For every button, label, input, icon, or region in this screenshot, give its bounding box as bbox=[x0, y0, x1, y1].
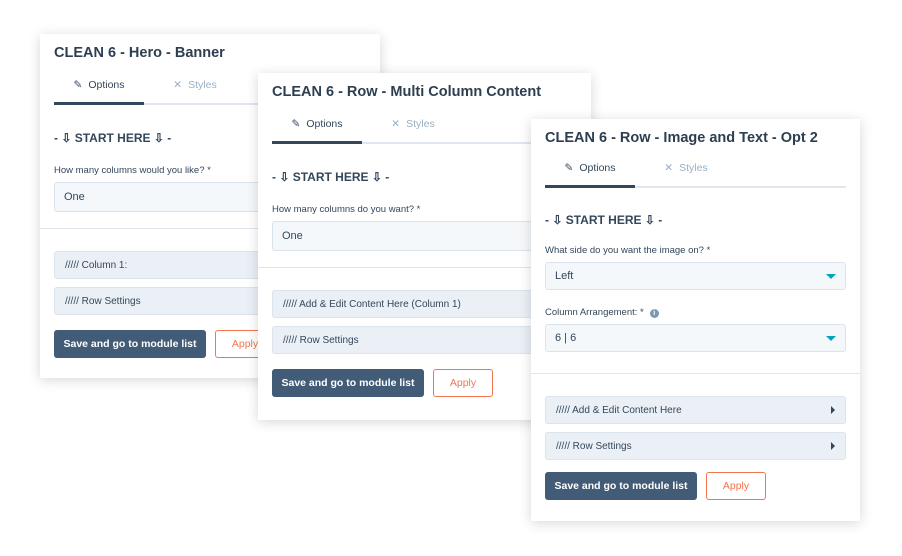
info-icon[interactable]: i bbox=[649, 309, 659, 318]
caret-down-icon bbox=[826, 273, 836, 279]
panel-title: CLEAN 6 - Hero - Banner bbox=[54, 45, 225, 61]
tab-label: Styles bbox=[188, 79, 217, 91]
section-label: ///// Column 1: bbox=[65, 259, 128, 271]
tab-label: Options bbox=[306, 117, 343, 130]
tab-label: Styles bbox=[406, 118, 435, 130]
tab-styles[interactable]: ✕ Styles bbox=[368, 106, 458, 142]
field-label-text: Column Arrangement: * bbox=[545, 307, 644, 318]
save-button[interactable]: Save and go to module list bbox=[545, 472, 697, 500]
image-side-select[interactable]: Left bbox=[545, 262, 846, 290]
field-value: One bbox=[282, 230, 303, 242]
apply-button[interactable]: Apply bbox=[433, 369, 493, 397]
field-label: What side do you want the image on? * bbox=[545, 245, 711, 256]
section-label: ///// Row Settings bbox=[283, 334, 359, 346]
tab-styles[interactable]: ✕ Styles bbox=[641, 150, 731, 186]
caret-down-icon bbox=[826, 335, 836, 341]
save-button[interactable]: Save and go to module list bbox=[54, 330, 206, 358]
tab-options[interactable]: ✎ Options bbox=[54, 67, 144, 105]
pencil-icon: ✎ bbox=[73, 78, 83, 91]
tab-styles[interactable]: ✕ Styles bbox=[150, 67, 240, 103]
tools-icon: ✕ bbox=[391, 118, 401, 130]
tab-options[interactable]: ✎ Options bbox=[545, 150, 635, 188]
pencil-icon: ✎ bbox=[564, 161, 574, 174]
caret-right-icon bbox=[831, 406, 835, 414]
section-label: ///// Add & Edit Content Here bbox=[556, 404, 682, 416]
apply-button[interactable]: Apply bbox=[706, 472, 766, 500]
tab-bar: ✎ Options ✕ Styles bbox=[545, 150, 846, 188]
start-here-heading: - ⇩ START HERE ⇩ - bbox=[545, 213, 663, 227]
tab-label: Options bbox=[88, 78, 125, 91]
pencil-icon: ✎ bbox=[291, 117, 301, 130]
field-value: Left bbox=[555, 270, 574, 282]
tools-icon: ✕ bbox=[664, 162, 674, 174]
caret-right-icon bbox=[831, 442, 835, 450]
field-label: Column Arrangement: * i bbox=[545, 307, 846, 318]
column-arrangement-select[interactable]: 6 | 6 bbox=[545, 324, 846, 352]
section-label: ///// Add & Edit Content Here (Column 1) bbox=[283, 298, 461, 310]
divider bbox=[531, 373, 860, 374]
panel-title: CLEAN 6 - Row - Multi Column Content bbox=[272, 84, 542, 100]
tools-icon: ✕ bbox=[173, 79, 183, 91]
section-add-edit-content[interactable]: ///// Add & Edit Content Here bbox=[545, 396, 846, 424]
panel-title: CLEAN 6 - Row - Image and Text - Opt 2 bbox=[545, 130, 818, 146]
field-value: 6 | 6 bbox=[555, 332, 577, 344]
section-label: ///// Row Settings bbox=[556, 440, 632, 452]
section-label: ///// Row Settings bbox=[65, 295, 141, 307]
field-value: One bbox=[64, 191, 85, 203]
tab-label: Options bbox=[579, 161, 616, 174]
tab-label: Styles bbox=[679, 162, 708, 174]
tab-options[interactable]: ✎ Options bbox=[272, 106, 362, 144]
save-button[interactable]: Save and go to module list bbox=[272, 369, 424, 397]
module-panel-image-text: CLEAN 6 - Row - Image and Text - Opt 2 ✎… bbox=[531, 119, 860, 521]
section-row-settings[interactable]: ///// Row Settings bbox=[545, 432, 846, 460]
